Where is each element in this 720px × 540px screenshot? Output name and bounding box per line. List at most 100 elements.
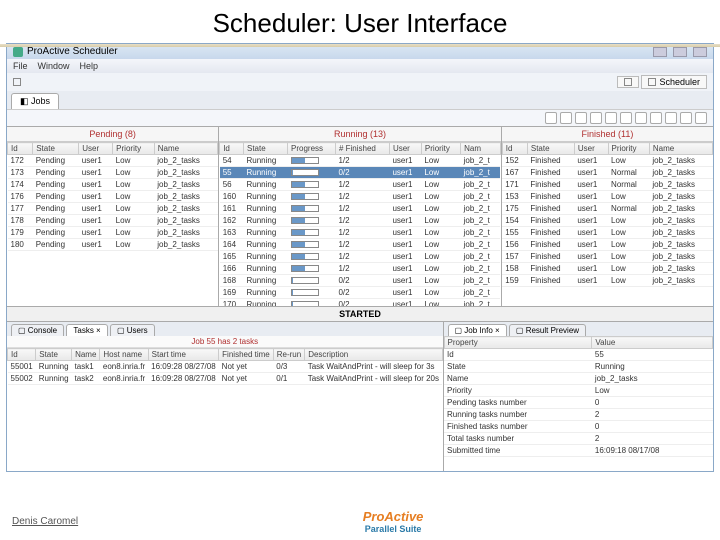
table-row[interactable]: 170Running0/2user1Lowjob_2_t <box>220 299 501 307</box>
table-row[interactable]: Id55 <box>444 349 712 361</box>
toolbar-icon[interactable] <box>13 78 21 86</box>
table-row[interactable]: 180Pendinguser1Lowjob_2_tasks <box>8 239 218 251</box>
tab-jobs[interactable]: ◧ Jobs <box>11 93 59 109</box>
col-header[interactable]: Finished time <box>219 349 274 361</box>
col-header[interactable]: Id <box>8 143 33 155</box>
action-icon[interactable] <box>620 112 632 124</box>
table-row[interactable]: Namejob_2_tasks <box>444 373 712 385</box>
col-header[interactable]: Priority <box>113 143 155 155</box>
pending-table[interactable]: IdStateUserPriorityName172Pendinguser1Lo… <box>7 142 218 251</box>
action-icon[interactable] <box>605 112 617 124</box>
col-header[interactable]: Description <box>305 349 442 361</box>
menu-window[interactable]: Window <box>38 61 70 71</box>
col-header[interactable]: User <box>389 143 421 155</box>
table-row[interactable]: 55001Runningtask1eon8.inria.fr16:09:28 0… <box>8 361 443 373</box>
col-header[interactable]: Name <box>72 349 100 361</box>
table-row[interactable]: 56Running1/2user1Lowjob_2_t <box>220 179 501 191</box>
table-row[interactable]: 156Finisheduser1Lowjob_2_tasks <box>502 239 712 251</box>
col-header[interactable]: Id <box>502 143 527 155</box>
tasks-table[interactable]: IdStateNameHost nameStart timeFinished t… <box>7 348 443 385</box>
action-icon[interactable] <box>575 112 587 124</box>
action-icon[interactable] <box>665 112 677 124</box>
close-button[interactable] <box>693 47 707 57</box>
table-row[interactable]: 164Running1/2user1Lowjob_2_t <box>220 239 501 251</box>
action-icon[interactable] <box>590 112 602 124</box>
table-row[interactable]: 167Finisheduser1Normaljob_2_tasks <box>502 167 712 179</box>
col-header[interactable]: State <box>36 349 72 361</box>
table-row[interactable]: 168Running0/2user1Lowjob_2_t <box>220 275 501 287</box>
col-header[interactable]: State <box>33 143 79 155</box>
scheduler-perspective-button[interactable]: Scheduler <box>641 75 707 89</box>
table-row[interactable]: 54Running1/2user1Lowjob_2_t <box>220 155 501 167</box>
action-icon[interactable] <box>560 112 572 124</box>
col-header[interactable]: # Finished <box>335 143 389 155</box>
table-row[interactable]: Finished tasks number0 <box>444 421 712 433</box>
action-icon[interactable] <box>680 112 692 124</box>
table-row[interactable]: PriorityLow <box>444 385 712 397</box>
table-row[interactable]: 154Finisheduser1Lowjob_2_tasks <box>502 215 712 227</box>
col-header[interactable]: Nam <box>461 143 501 155</box>
menu-file[interactable]: File <box>13 61 28 71</box>
table-row[interactable]: 176Pendinguser1Lowjob_2_tasks <box>8 191 218 203</box>
col-header[interactable]: Id <box>220 143 244 155</box>
col-header[interactable]: Progress <box>288 143 336 155</box>
table-row[interactable]: 161Running1/2user1Lowjob_2_t <box>220 203 501 215</box>
table-row[interactable]: 153Finisheduser1Lowjob_2_tasks <box>502 191 712 203</box>
tab-users[interactable]: ▢ Users <box>110 324 155 336</box>
jobinfo-table[interactable]: PropertyValueId55StateRunningNamejob_2_t… <box>444 336 713 457</box>
tab-console[interactable]: ▢ Console <box>11 324 64 336</box>
table-row[interactable]: 55002Runningtask2eon8.inria.fr16:09:28 0… <box>8 373 443 385</box>
table-row[interactable]: 166Running1/2user1Lowjob_2_t <box>220 263 501 275</box>
col-header[interactable]: Property <box>444 337 592 349</box>
table-row[interactable]: 171Finisheduser1Normaljob_2_tasks <box>502 179 712 191</box>
perspective-switcher[interactable] <box>617 76 639 88</box>
table-row[interactable]: 179Pendinguser1Lowjob_2_tasks <box>8 227 218 239</box>
col-header[interactable]: Start time <box>148 349 219 361</box>
col-header[interactable]: Host name <box>100 349 148 361</box>
tab-tasks[interactable]: Tasks × <box>66 324 107 336</box>
col-header[interactable]: Re-run <box>273 349 304 361</box>
col-header[interactable]: User <box>79 143 113 155</box>
action-icon[interactable] <box>635 112 647 124</box>
col-header[interactable]: State <box>244 143 288 155</box>
col-header[interactable]: Id <box>8 349 36 361</box>
table-row[interactable]: 152Finisheduser1Lowjob_2_tasks <box>502 155 712 167</box>
table-row[interactable]: 162Running1/2user1Lowjob_2_t <box>220 215 501 227</box>
action-icon[interactable] <box>545 112 557 124</box>
table-row[interactable]: 178Pendinguser1Lowjob_2_tasks <box>8 215 218 227</box>
table-row[interactable]: 165Running1/2user1Lowjob_2_t <box>220 251 501 263</box>
table-row[interactable]: 174Pendinguser1Lowjob_2_tasks <box>8 179 218 191</box>
col-header[interactable]: Name <box>649 143 712 155</box>
col-header[interactable]: State <box>527 143 574 155</box>
table-row[interactable]: 173Pendinguser1Lowjob_2_tasks <box>8 167 218 179</box>
menu-help[interactable]: Help <box>80 61 99 71</box>
col-header[interactable]: Value <box>592 337 713 349</box>
tab-job-info[interactable]: ▢ Job Info × <box>448 324 507 336</box>
col-header[interactable]: Priority <box>608 143 649 155</box>
col-header[interactable]: User <box>574 143 608 155</box>
table-row[interactable]: Pending tasks number0 <box>444 397 712 409</box>
running-table[interactable]: IdStateProgress# FinishedUserPriorityNam… <box>219 142 501 306</box>
table-row[interactable]: 163Running1/2user1Lowjob_2_t <box>220 227 501 239</box>
col-header[interactable]: Priority <box>421 143 460 155</box>
finished-table[interactable]: IdStateUserPriorityName152Finisheduser1L… <box>502 142 713 287</box>
table-row[interactable]: 158Finisheduser1Lowjob_2_tasks <box>502 263 712 275</box>
table-row[interactable]: Running tasks number2 <box>444 409 712 421</box>
table-row[interactable]: Total tasks number2 <box>444 433 712 445</box>
table-row[interactable]: 155Finisheduser1Lowjob_2_tasks <box>502 227 712 239</box>
table-row[interactable]: 55Running0/2user1Lowjob_2_t <box>220 167 501 179</box>
col-header[interactable]: Name <box>154 143 217 155</box>
table-row[interactable]: 175Finisheduser1Normaljob_2_tasks <box>502 203 712 215</box>
table-row[interactable]: 159Finisheduser1Lowjob_2_tasks <box>502 275 712 287</box>
table-row[interactable]: 157Finisheduser1Lowjob_2_tasks <box>502 251 712 263</box>
table-row[interactable]: 160Running1/2user1Lowjob_2_t <box>220 191 501 203</box>
table-row[interactable]: 172Pendinguser1Lowjob_2_tasks <box>8 155 218 167</box>
action-icon[interactable] <box>650 112 662 124</box>
table-row[interactable]: 169Running0/2user1Lowjob_2_t <box>220 287 501 299</box>
tab-result-preview[interactable]: ▢ Result Preview <box>509 324 586 336</box>
table-row[interactable]: Submitted time16:09:18 08/17/08 <box>444 445 712 457</box>
maximize-button[interactable] <box>673 47 687 57</box>
table-row[interactable]: 177Pendinguser1Lowjob_2_tasks <box>8 203 218 215</box>
action-icon[interactable] <box>695 112 707 124</box>
table-row[interactable]: StateRunning <box>444 361 712 373</box>
